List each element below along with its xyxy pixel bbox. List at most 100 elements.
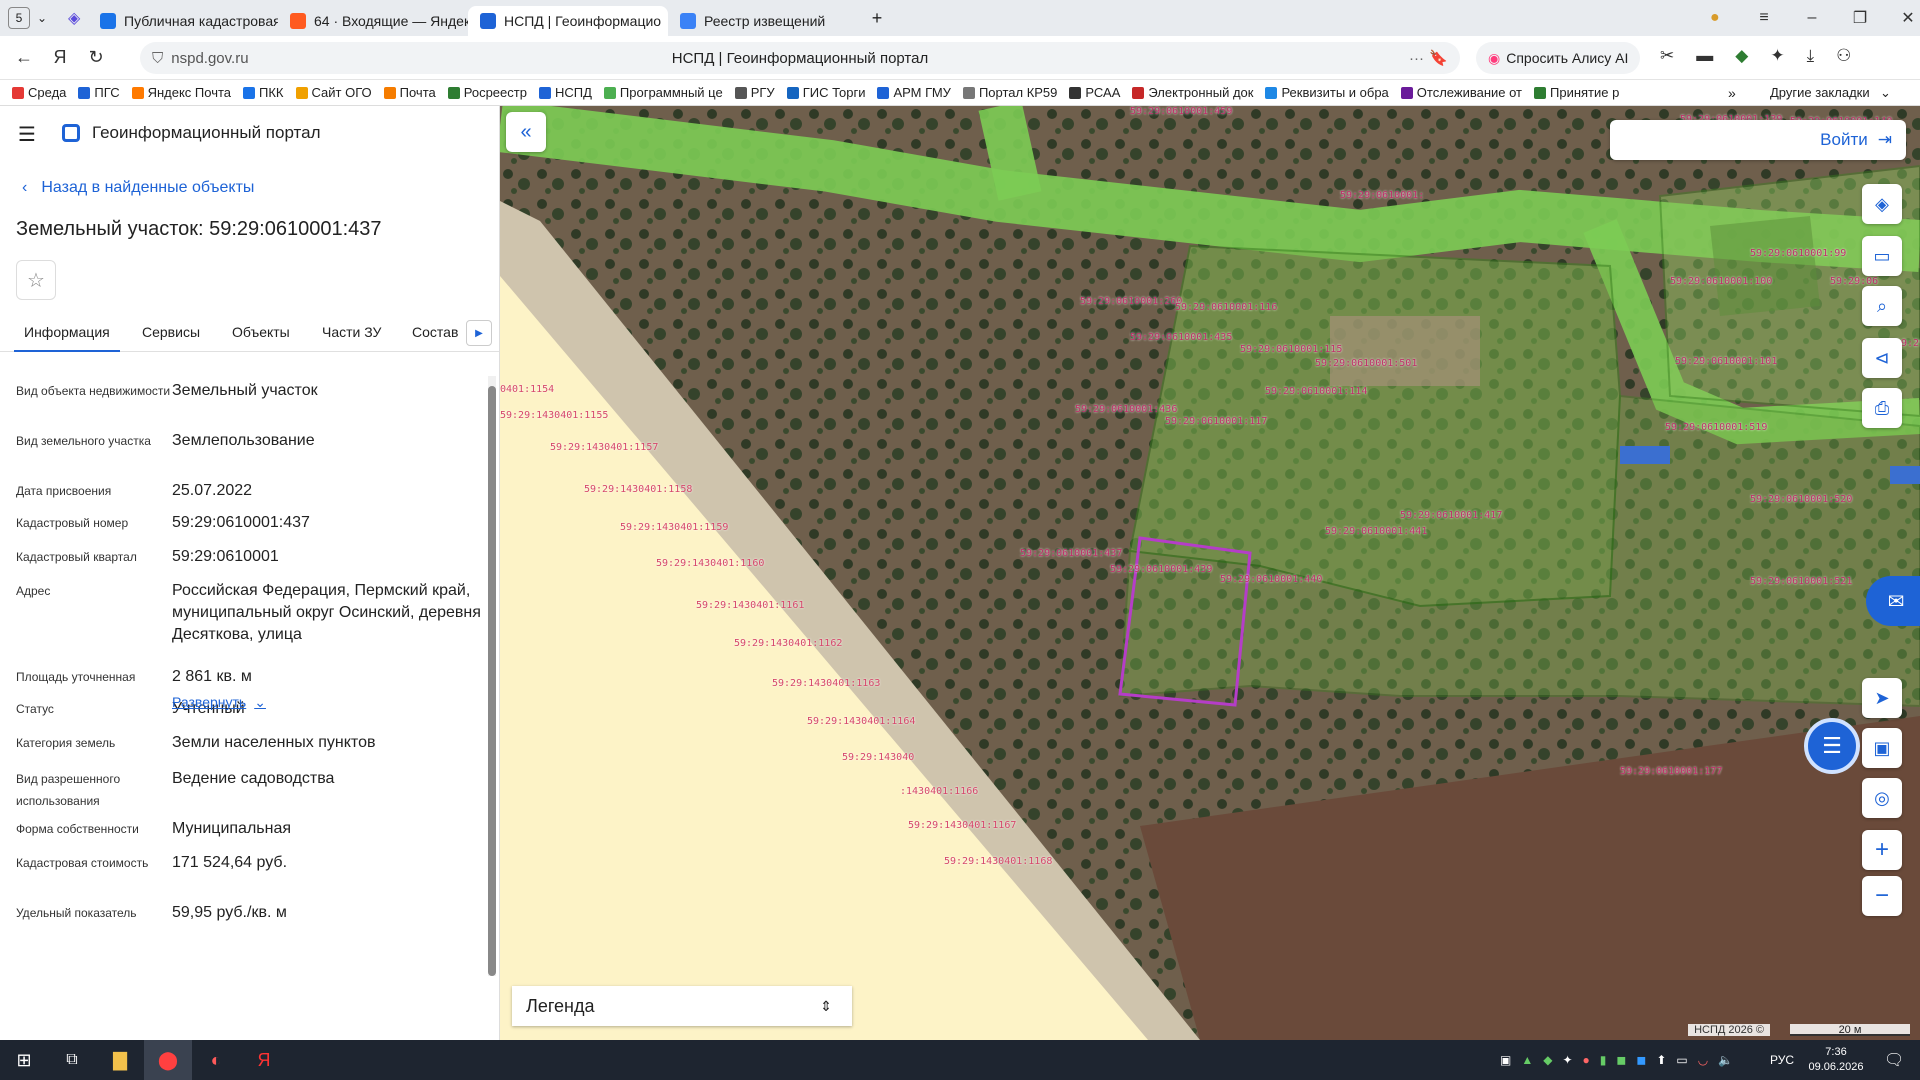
cadastral-number-label[interactable]: 59:29:0610001:99	[1750, 248, 1846, 259]
cadastral-number-label[interactable]: 59:29:0610001:116	[1175, 302, 1277, 313]
cadastral-number-label[interactable]: 59:29:1430401:1164	[807, 716, 915, 727]
volume-icon[interactable]: 🔈	[1718, 1053, 1733, 1067]
bookmark-item[interactable]: Реквизиты и обра	[1265, 85, 1389, 100]
language-indicator[interactable]: РУС	[1770, 1053, 1794, 1067]
geolocation-button[interactable]: ➤	[1862, 678, 1902, 718]
bookmark-item[interactable]: НСПД	[538, 85, 592, 100]
cadastral-number-label[interactable]: 59:29:1430401:1163	[772, 678, 880, 689]
cadastral-number-label[interactable]: 59:29:0610001:440	[1220, 574, 1322, 585]
target-button[interactable]: ◎	[1862, 778, 1902, 818]
cadastral-number-label[interactable]: 59:29:1430401:1157	[550, 442, 658, 453]
assistant-chat-button[interactable]: ☰	[1804, 718, 1860, 774]
cadastral-number-label[interactable]: :1430401:1166	[900, 786, 978, 797]
account-icon[interactable]: ⚇	[1836, 46, 1851, 66]
ruler-button[interactable]: ▭	[1862, 236, 1902, 276]
bookmark-item[interactable]: РГУ	[734, 85, 775, 100]
scrollbar-thumb[interactable]	[488, 386, 496, 976]
share-button[interactable]: ⊲	[1862, 338, 1902, 378]
more-icon[interactable]: ···	[1409, 50, 1424, 67]
yandex-logo-icon[interactable]: Я	[42, 40, 78, 76]
cadastral-number-label[interactable]: 59:29:0610001:519	[1665, 422, 1767, 433]
cadastral-number-label[interactable]: 59:29:0610001:114	[1265, 386, 1367, 397]
tray-icon[interactable]: ▣	[1500, 1053, 1511, 1067]
chevron-down-icon[interactable]: ⌄	[30, 11, 54, 25]
cadastral-number-label[interactable]: 59:29:1430401:1167	[908, 820, 1016, 831]
extension-icon[interactable]: ◆	[1735, 46, 1748, 66]
favorite-star-icon[interactable]: ☆	[16, 260, 56, 300]
new-tab-button[interactable]: +	[866, 7, 888, 29]
extension-icon[interactable]: ▬	[1696, 46, 1713, 66]
menu-icon[interactable]: ≡	[1740, 9, 1788, 27]
close-window-icon[interactable]: ✕	[1884, 8, 1920, 28]
restore-icon[interactable]: ❐	[1836, 8, 1884, 28]
map-view[interactable]: 59:29:0610001:45959:29:0610001:13959:29:…	[500, 106, 1920, 1040]
alice-button[interactable]: ◉ Спросить Алису AI	[1476, 42, 1641, 74]
tab-counter[interactable]: 5	[8, 7, 30, 29]
bookmark-item[interactable]: Портал КР59	[962, 85, 1057, 100]
bookmark-item[interactable]: ГИС Торги	[786, 85, 865, 100]
tray-icon[interactable]: ◆	[1543, 1053, 1552, 1067]
cadastral-number-label[interactable]: 59:29:0610001:115	[1240, 344, 1342, 355]
hamburger-menu-icon[interactable]: ☰	[18, 122, 36, 147]
tab-objects[interactable]: Объекты	[222, 312, 300, 352]
bookmark-item[interactable]: РСАА	[1069, 85, 1120, 100]
tab-composition[interactable]: Состав	[404, 312, 460, 352]
yandex-browser-icon[interactable]: ⬤	[144, 1040, 192, 1080]
cadastral-number-label[interactable]: 59:29:0610001:177	[1620, 766, 1722, 777]
cadastral-number-label[interactable]: 59:29:0610001:436	[1075, 404, 1177, 415]
tray-icon[interactable]: ▲	[1521, 1053, 1533, 1067]
cadastral-number-label[interactable]: 59:29:0610001:435	[1130, 332, 1232, 343]
reload-icon[interactable]: ↻	[78, 40, 114, 76]
tab-parts[interactable]: Части ЗУ	[312, 312, 391, 352]
url-field[interactable]: ⛉ nspd.gov.ru НСПД | Геоинформационный п…	[140, 42, 1460, 74]
legend-bar[interactable]: Легенда ⇕	[512, 986, 852, 1026]
bookmark-icon[interactable]: 🔖	[1429, 49, 1448, 67]
tray-icon[interactable]: ◼	[1636, 1053, 1646, 1067]
cadastral-number-label[interactable]: 59:29:1430401:1159	[620, 522, 728, 533]
back-link[interactable]: ‹ Назад в найденные объекты	[22, 179, 254, 197]
cadastral-number-label[interactable]: 59:29:1430401:1162	[734, 638, 842, 649]
bookmark-item[interactable]: Среда	[12, 85, 66, 100]
bookmark-item[interactable]: Почта	[383, 85, 436, 100]
bookmark-item[interactable]: Электронный док	[1132, 85, 1253, 100]
print-button[interactable]: ⎙	[1862, 388, 1902, 428]
bookmark-item[interactable]: ПКК	[243, 85, 284, 100]
tray-icon[interactable]: ◡	[1698, 1053, 1708, 1067]
bookmark-item[interactable]: Росреестр	[447, 85, 527, 100]
minimap-button[interactable]: ▣	[1862, 728, 1902, 768]
notifications-icon[interactable]: 🗨	[1884, 1050, 1904, 1070]
cadastral-number-label[interactable]: 59:29:1430401:1155	[500, 410, 608, 421]
layers-button[interactable]: ◈	[1862, 184, 1902, 224]
zoom-in-button[interactable]: +	[1862, 830, 1902, 870]
puzzle-icon[interactable]: ✦	[1770, 46, 1784, 66]
cadastral-number-label[interactable]: 59:29:1430401:1168	[944, 856, 1052, 867]
tray-icon[interactable]: ✦	[1562, 1053, 1572, 1067]
scrollbar-track[interactable]	[488, 376, 496, 976]
login-button[interactable]: Войти ⇥	[1610, 120, 1906, 160]
cadastral-number-label[interactable]: 59:29:0610001:101	[1675, 356, 1777, 367]
file-explorer-icon[interactable]: ▇	[96, 1050, 144, 1071]
cadastral-number-label[interactable]: 59:29:0610001:	[1340, 190, 1424, 201]
tray-icon[interactable]: ⬆	[1656, 1053, 1666, 1067]
windows-start-icon[interactable]: ⊞	[0, 1050, 48, 1071]
collapse-panel-button[interactable]: «	[506, 112, 546, 152]
cadastral-number-label[interactable]: 59:29:0610001:521	[1750, 576, 1852, 587]
other-bookmarks[interactable]: Другие закладки	[1770, 85, 1870, 100]
tab-services[interactable]: Сервисы	[132, 312, 210, 352]
cadastral-number-label[interactable]: 59:29:0610001:501	[1315, 358, 1417, 369]
zoom-out-button[interactable]: −	[1862, 876, 1902, 916]
tab-information[interactable]: Информация	[14, 312, 120, 352]
cadastral-number-label[interactable]: 59:29:143040	[842, 752, 914, 763]
select-area-button[interactable]: ⌕	[1862, 286, 1902, 326]
browser-tab-nspd[interactable]: НСПД | Геоинформацио✕	[468, 6, 668, 36]
extension-icon[interactable]: ✂	[1660, 46, 1674, 66]
tray-icon[interactable]: ▮	[1600, 1053, 1607, 1067]
downloads-icon[interactable]: ⤓	[1807, 46, 1815, 66]
cadastral-number-label[interactable]: 59:29:0610001:441	[1325, 526, 1427, 537]
cadastral-number-label[interactable]: 59:29:0610001:260	[1080, 296, 1182, 307]
bookmark-item[interactable]: Сайт ОГО	[295, 85, 372, 100]
cadastral-number-label[interactable]: 59:29:0610001:520	[1750, 494, 1852, 505]
cadastral-number-label[interactable]: 59:29:0610001:459	[1130, 106, 1232, 117]
tray-icon[interactable]: ◼	[1616, 1053, 1626, 1067]
cadastral-number-label[interactable]: 59:29:0610001:439	[1110, 564, 1212, 575]
